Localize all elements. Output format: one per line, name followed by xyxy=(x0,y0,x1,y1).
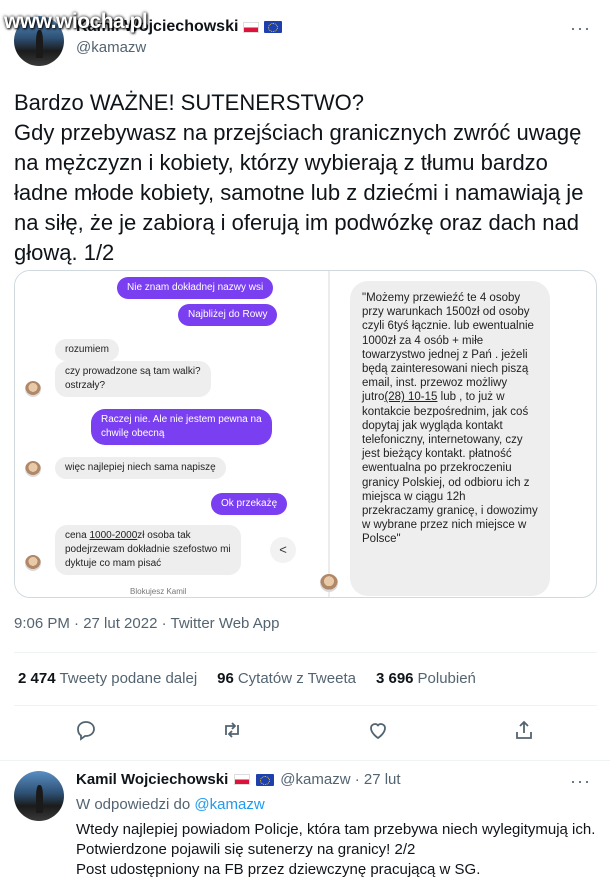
tweet-text: Bardzo WAŻNE! SUTENERSTWO? Gdy przebywas… xyxy=(14,90,584,265)
chat-message: Ok przekażę xyxy=(211,493,288,515)
more-options-icon[interactable]: ··· xyxy=(570,771,591,792)
site-watermark: www.wiocha.pl xyxy=(4,10,148,33)
eu-flag-icon xyxy=(256,773,275,786)
chat-price: 1000-2000 xyxy=(89,530,138,541)
reply-header: Kamil Wojciechowski @kamazw · 27 lut xyxy=(76,771,401,788)
chat-screenshot-left: Nie znam dokładnej nazwy wsi Najbliżej d… xyxy=(15,271,330,597)
chat-message: więc najlepiej niech sama napiszę xyxy=(55,457,226,479)
offer-message: "Możemy przewieźć te 4 osoby przy warunk… xyxy=(350,281,550,596)
chat-message: Najbliżej do Rowy xyxy=(178,304,278,326)
eu-flag-icon xyxy=(264,21,283,33)
reply-author-name[interactable]: Kamil Wojciechowski xyxy=(76,771,228,788)
contact-avatar xyxy=(25,461,41,477)
share-icon: < xyxy=(587,420,596,446)
tweet-stats: 2 474 Tweety podane dalej 96 Cytatów z Twe… xyxy=(18,670,476,687)
tweet-actions xyxy=(0,718,610,748)
tweet-timestamp[interactable]: 9:06 PM · 27 lut 2022 · Twitter Web App xyxy=(14,615,279,632)
share-icon: < xyxy=(270,537,296,563)
blocked-notice: Blokujesz Kamil xyxy=(130,587,187,596)
chat-text: cena xyxy=(65,530,90,541)
offer-date: (28) 10-15 xyxy=(384,391,438,404)
more-options-icon[interactable]: ··· xyxy=(570,18,591,39)
retweets-stat[interactable]: 2 474 Tweety podane dalej xyxy=(18,670,197,687)
offer-text: lub , to już w kontakcie bezpośrednim, j… xyxy=(362,391,538,546)
reply-to-link[interactable]: @kamazw xyxy=(194,796,264,813)
reply-context: W odpowiedzi do @kamazw xyxy=(76,796,265,813)
contact-avatar xyxy=(320,574,338,592)
divider xyxy=(14,705,597,706)
share-icon[interactable] xyxy=(512,718,542,748)
reply-icon[interactable] xyxy=(74,718,104,748)
chat-message: czy prowadzone są tam walki? ostrzały? xyxy=(55,361,211,397)
poland-flag-icon xyxy=(234,774,251,785)
contact-avatar xyxy=(25,381,41,397)
likes-stat[interactable]: 3 696 Polubień xyxy=(376,670,476,687)
reply-handle-time[interactable]: @kamazw · 27 lut xyxy=(280,771,400,788)
reply-prefix: W odpowiedzi do xyxy=(76,796,191,813)
chat-message: Nie znam dokładnej nazwy wsi xyxy=(117,277,274,299)
chat-message: rozumiem xyxy=(55,339,119,361)
poland-flag-icon xyxy=(243,21,260,33)
chat-message: Raczej nie. Ale nie jestem pewna na chwi… xyxy=(91,409,272,445)
like-icon[interactable] xyxy=(366,718,396,748)
divider xyxy=(0,760,610,761)
author-handle[interactable]: @kamazw xyxy=(76,39,282,56)
reply-text: Wtedy najlepiej powiadom Policje, która … xyxy=(76,821,596,878)
chat-message: cena 1000-2000zł osoba tak podejrzewam d… xyxy=(55,525,241,575)
offer-text: "Możemy przewieźć te 4 osoby przy warunk… xyxy=(362,292,534,404)
tweet-media[interactable]: Nie znam dokładnej nazwy wsi Najbliżej d… xyxy=(14,270,597,598)
reply-author-avatar[interactable] xyxy=(14,771,64,821)
divider xyxy=(14,652,597,653)
quotes-stat[interactable]: 96 Cytatów z Tweeta xyxy=(217,670,356,687)
contact-avatar xyxy=(25,555,41,571)
retweet-icon[interactable] xyxy=(220,718,250,748)
